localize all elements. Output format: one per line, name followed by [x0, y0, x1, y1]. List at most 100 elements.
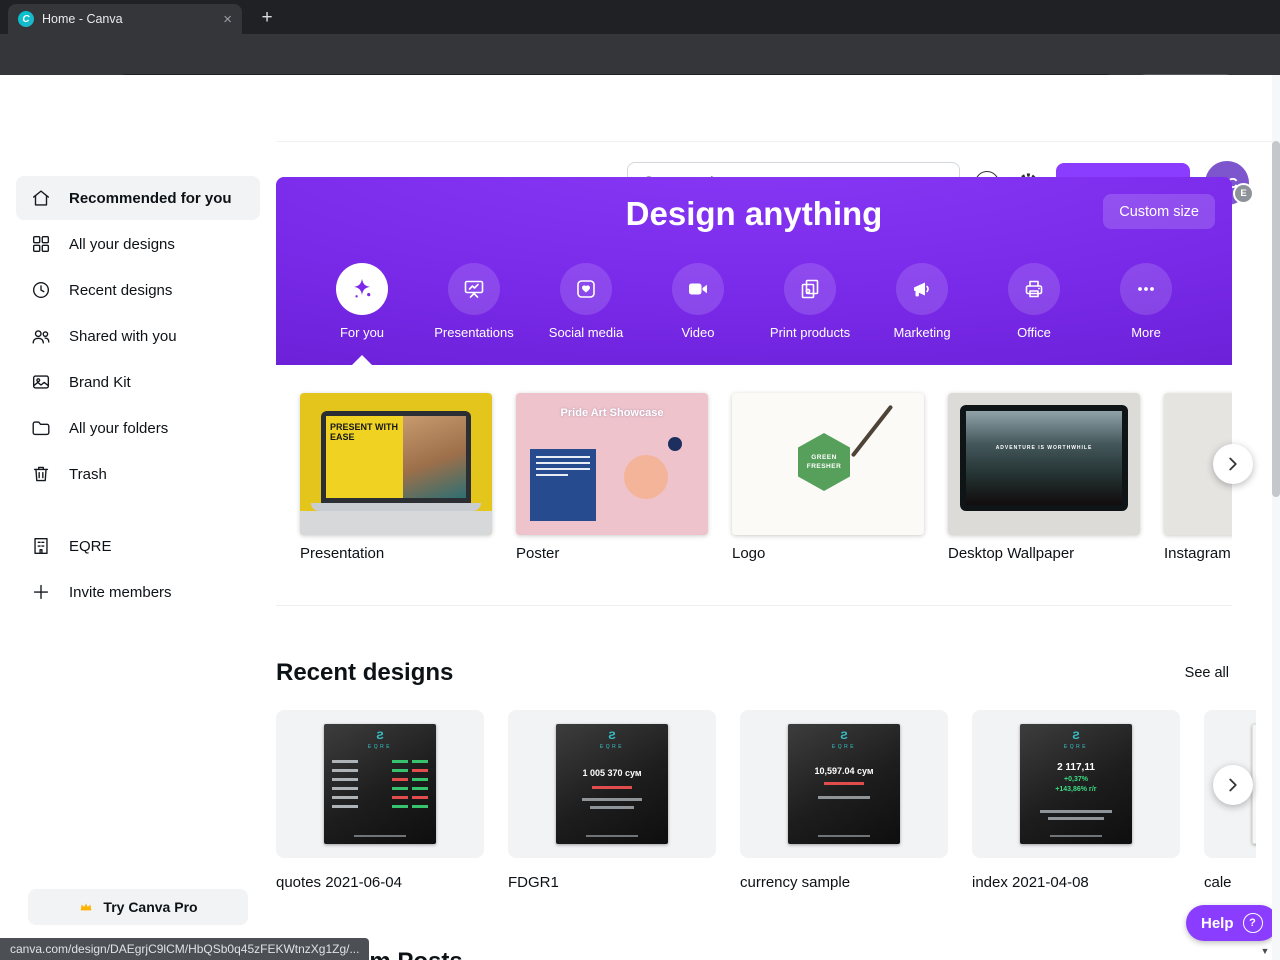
category-social-media[interactable]: Social media	[549, 263, 623, 340]
video-camera-icon	[689, 283, 707, 295]
poster-circle-shape	[624, 455, 668, 499]
presenter-photo	[403, 416, 466, 498]
template-card-presentation[interactable]: PRESENT WITH EASE	[300, 393, 492, 535]
heart-post-icon	[577, 280, 595, 298]
hero-title: Design anything	[625, 195, 883, 232]
canva-favicon-icon: C	[18, 11, 34, 27]
crown-icon	[81, 903, 92, 911]
design-title[interactable]: quotes 2021-06-04	[276, 874, 402, 891]
thumb-value: 10,597.04 сум	[814, 766, 874, 776]
recent-scroll-right-button[interactable]	[1213, 765, 1253, 805]
video-circle	[672, 263, 724, 315]
new-tab-button[interactable]: +	[254, 5, 280, 31]
card-floor	[300, 511, 492, 535]
sidebar-item-shared[interactable]: Shared with you	[16, 314, 260, 358]
category-video[interactable]: Video	[672, 263, 724, 340]
sidebar-item-recommended[interactable]: Recommended for you	[16, 176, 260, 220]
for-you-circle	[336, 263, 388, 315]
scrollbar-thumb[interactable]	[1272, 141, 1280, 497]
template-label[interactable]: Desktop Wallpaper	[948, 545, 1074, 562]
recent-design-card[interactable]: Ƨ EQRE 2 117,11 +0,37% +143,86% г/г	[972, 710, 1180, 858]
category-for-you[interactable]: For you	[336, 263, 388, 340]
sidebar-item-trash[interactable]: Trash	[16, 452, 260, 496]
recent-design-card[interactable]: Ƨ EQRE 10,597.04 сум	[740, 710, 948, 858]
eqre-logo: Ƨ EQRE	[367, 730, 393, 751]
template-label[interactable]: Logo	[732, 545, 765, 562]
sidebar-item-folders[interactable]: All your folders	[16, 406, 260, 450]
question-mark-icon: ?	[1242, 913, 1263, 933]
template-label[interactable]: Presentation	[300, 545, 384, 562]
hero-banner: Design anything Custom size For you Pres…	[276, 177, 1232, 365]
people-icon	[32, 330, 50, 344]
selected-category-notch	[352, 355, 372, 365]
office-circle	[1008, 263, 1060, 315]
wallpaper-caption: ADVENTURE IS WORTHWHILE	[995, 445, 1093, 451]
template-card-poster[interactable]: Pride Art Showcase	[516, 393, 708, 535]
sidebar-item-brand-kit[interactable]: Brand Kit	[16, 360, 260, 404]
template-label[interactable]: Poster	[516, 545, 559, 562]
more-circle	[1120, 263, 1172, 315]
design-thumbnail: Ƨ EQRE 2 117,11 +0,37% +143,86% г/г	[1020, 724, 1132, 844]
design-thumbnail: Ƨ EQRE 10,597.04 сум	[788, 724, 900, 844]
building-icon	[34, 537, 48, 555]
chevron-right-icon	[1229, 778, 1237, 792]
sidebar: Recommended for you All your designs Rec…	[0, 141, 276, 960]
poster-title-text: Pride Art Showcase	[560, 407, 664, 419]
try-canva-pro-button[interactable]: Try Canva Pro	[28, 889, 248, 925]
template-card-logo[interactable]: GREEN FRESHER	[732, 393, 924, 535]
laptop-graphic: PRESENT WITH EASE	[321, 411, 471, 503]
see-all-link[interactable]: See all	[1185, 665, 1229, 681]
social-media-circle	[560, 263, 612, 315]
design-title[interactable]: currency sample	[740, 874, 850, 891]
template-suggestions-panel: PRESENT WITH EASE Presentation Pride Art…	[276, 365, 1232, 606]
template-card-desktop-wallpaper[interactable]: ADVENTURE IS WORTHWHILE	[948, 393, 1140, 535]
scroll-down-arrow-icon[interactable]: ▼	[1258, 944, 1272, 958]
thumb-red-line	[592, 786, 632, 789]
category-marketing[interactable]: Marketing	[893, 263, 951, 340]
help-button[interactable]: Help ?	[1186, 905, 1278, 941]
sidebar-divider-gap	[0, 498, 276, 522]
category-office[interactable]: Office	[1008, 263, 1060, 340]
designs-grid-icon	[32, 235, 50, 253]
quotes-rows	[332, 760, 428, 814]
sidebar-item-invite-members[interactable]: Invite members	[16, 570, 260, 614]
close-tab-icon[interactable]: ×	[223, 12, 232, 27]
category-tabs: For you Presentations Social media Video	[276, 263, 1232, 340]
category-print-products[interactable]: Print products	[770, 263, 850, 340]
thumb-date-line	[818, 835, 870, 837]
sidebar-item-recent[interactable]: Recent designs	[16, 268, 260, 312]
category-more[interactable]: More	[1120, 263, 1172, 340]
chevron-right-icon	[1229, 457, 1237, 471]
thumb-date-line	[354, 835, 406, 837]
thumb-date-line	[586, 835, 638, 837]
recent-design-card[interactable]: Ƨ EQRE 1 005 370 сум	[508, 710, 716, 858]
marketing-circle	[896, 263, 948, 315]
category-presentations[interactable]: Presentations	[434, 263, 514, 340]
page-scrollbar[interactable]	[1272, 75, 1280, 960]
logo-badge: GREEN FRESHER	[798, 433, 850, 491]
browser-tab-strip: C Home - Canva × +	[0, 0, 1280, 34]
template-label[interactable]: Instagram	[1164, 545, 1231, 562]
recent-designs-heading: Recent designs	[276, 659, 454, 686]
brand-kit-icon	[32, 375, 50, 389]
print-products-circle	[784, 263, 836, 315]
browser-tab[interactable]: C Home - Canva ×	[8, 4, 242, 34]
design-title[interactable]: FDGR1	[508, 874, 559, 891]
home-icon	[32, 190, 50, 206]
recent-design-card[interactable]: Ƨ EQRE	[276, 710, 484, 858]
thumb-value: 2 117,11	[1057, 762, 1095, 773]
eqre-logo: Ƨ EQRE	[599, 730, 625, 751]
megaphone-icon	[914, 282, 929, 297]
design-title[interactable]: cale	[1204, 874, 1232, 891]
custom-size-button[interactable]: Custom size	[1103, 194, 1215, 229]
browser-toolbar: canva.com Incognito ⋮	[0, 34, 1280, 104]
design-title[interactable]: index 2021-04-08	[972, 874, 1089, 891]
templates-scroll-right-button[interactable]	[1213, 444, 1253, 484]
sidebar-item-team-eqre[interactable]: EQRE	[16, 524, 260, 568]
sidebar-item-all-designs[interactable]: All your designs	[16, 222, 260, 266]
tab-title: Home - Canva	[42, 12, 123, 26]
pen-graphic	[850, 404, 894, 458]
tablet-graphic: ADVENTURE IS WORTHWHILE	[960, 405, 1128, 511]
folder-icon	[32, 421, 50, 436]
poster-dot-shape	[668, 437, 682, 451]
